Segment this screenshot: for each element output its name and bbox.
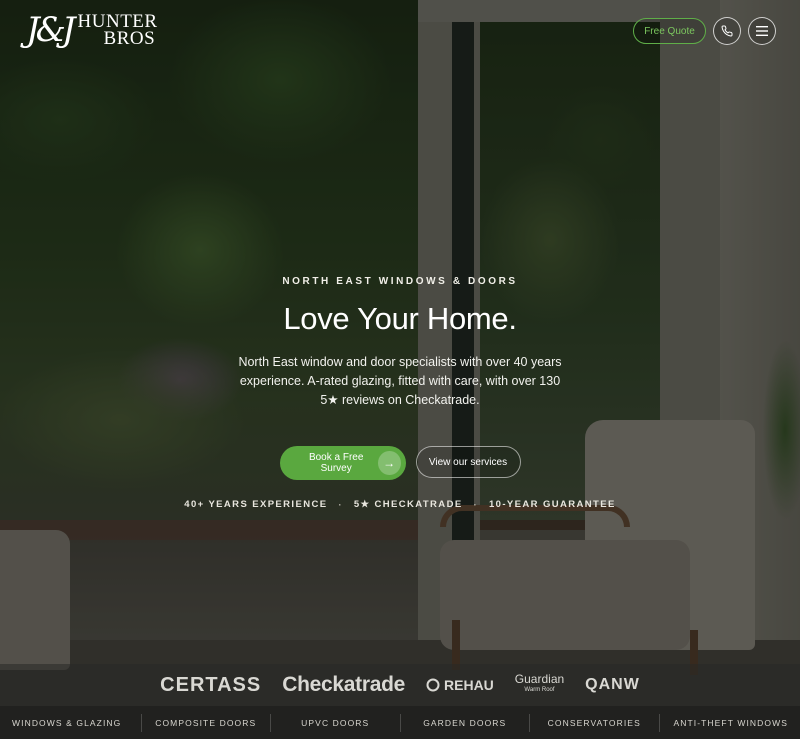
hero-section: NORTH EAST WINDOWS & DOORS Love Your Hom…: [0, 270, 800, 510]
trust-item-checkatrade: 5★ CHECKATRADE: [353, 499, 463, 510]
certass-logo: CERTASS: [160, 673, 262, 696]
separator-dot: ·: [338, 499, 343, 510]
trust-item-guarantee: 10-YEAR GUARANTEE: [488, 499, 616, 510]
hero-eyebrow: NORTH EAST WINDOWS & DOORS: [282, 276, 518, 287]
book-survey-button[interactable]: Book a Free Survey →: [279, 446, 406, 480]
arrow-right-icon: →: [377, 451, 401, 475]
category-upvc-doors[interactable]: UPVC DOORS: [271, 718, 400, 728]
hero-title: Love Your Home.: [283, 301, 517, 336]
phone-icon: [721, 25, 733, 37]
rehau-wordmark: REHAU: [444, 677, 494, 693]
category-anti-theft-windows[interactable]: ANTI-THEFT WINDOWS: [660, 718, 789, 728]
category-nav: WINDOWS & GLAZING COMPOSITE DOORS UPVC D…: [0, 706, 800, 739]
qanw-logo: QANW: [585, 676, 640, 693]
guardian-wordmark: Guardian: [514, 672, 565, 686]
accreditation-logos: CERTASS Checkatrade REHAU Guardian Warm …: [0, 664, 800, 706]
hamburger-menu-icon: [756, 26, 768, 36]
logo-wordmark: HUNTER BROS: [78, 12, 158, 49]
category-conservatories[interactable]: CONSERVATORIES: [530, 718, 659, 728]
trust-item-experience: 40+ YEARS EXPERIENCE: [184, 499, 328, 510]
separator-dot: ·: [473, 499, 478, 510]
rehau-mark-icon: [426, 678, 440, 692]
hero-cta-group: Book a Free Survey → View our services: [0, 446, 800, 480]
category-composite-doors[interactable]: COMPOSITE DOORS: [142, 718, 271, 728]
menu-button[interactable]: [748, 17, 776, 45]
free-quote-button[interactable]: Free Quote: [633, 18, 706, 44]
hero-description: North East window and door specialists w…: [238, 355, 562, 407]
logo-mark: J&J: [26, 10, 75, 50]
checkatrade-logo: Checkatrade: [282, 673, 406, 696]
guardian-logo: Guardian Warm Roof: [514, 672, 565, 696]
brand-logo[interactable]: J&J HUNTER BROS: [26, 12, 158, 48]
phone-button[interactable]: [713, 17, 741, 45]
view-services-button[interactable]: View our services: [415, 446, 521, 478]
rehau-logo: REHAU: [426, 677, 494, 693]
category-garden-doors[interactable]: GARDEN DOORS: [401, 718, 530, 728]
trust-strip: 40+ YEARS EXPERIENCE · 5★ CHECKATRADE · …: [0, 499, 800, 510]
book-survey-label: Book a Free Survey: [308, 452, 364, 474]
logo-line-2: BROS: [103, 28, 156, 49]
guardian-subtext: Warm Roof: [524, 687, 555, 693]
category-windows-glazing[interactable]: WINDOWS & GLAZING: [12, 718, 141, 728]
